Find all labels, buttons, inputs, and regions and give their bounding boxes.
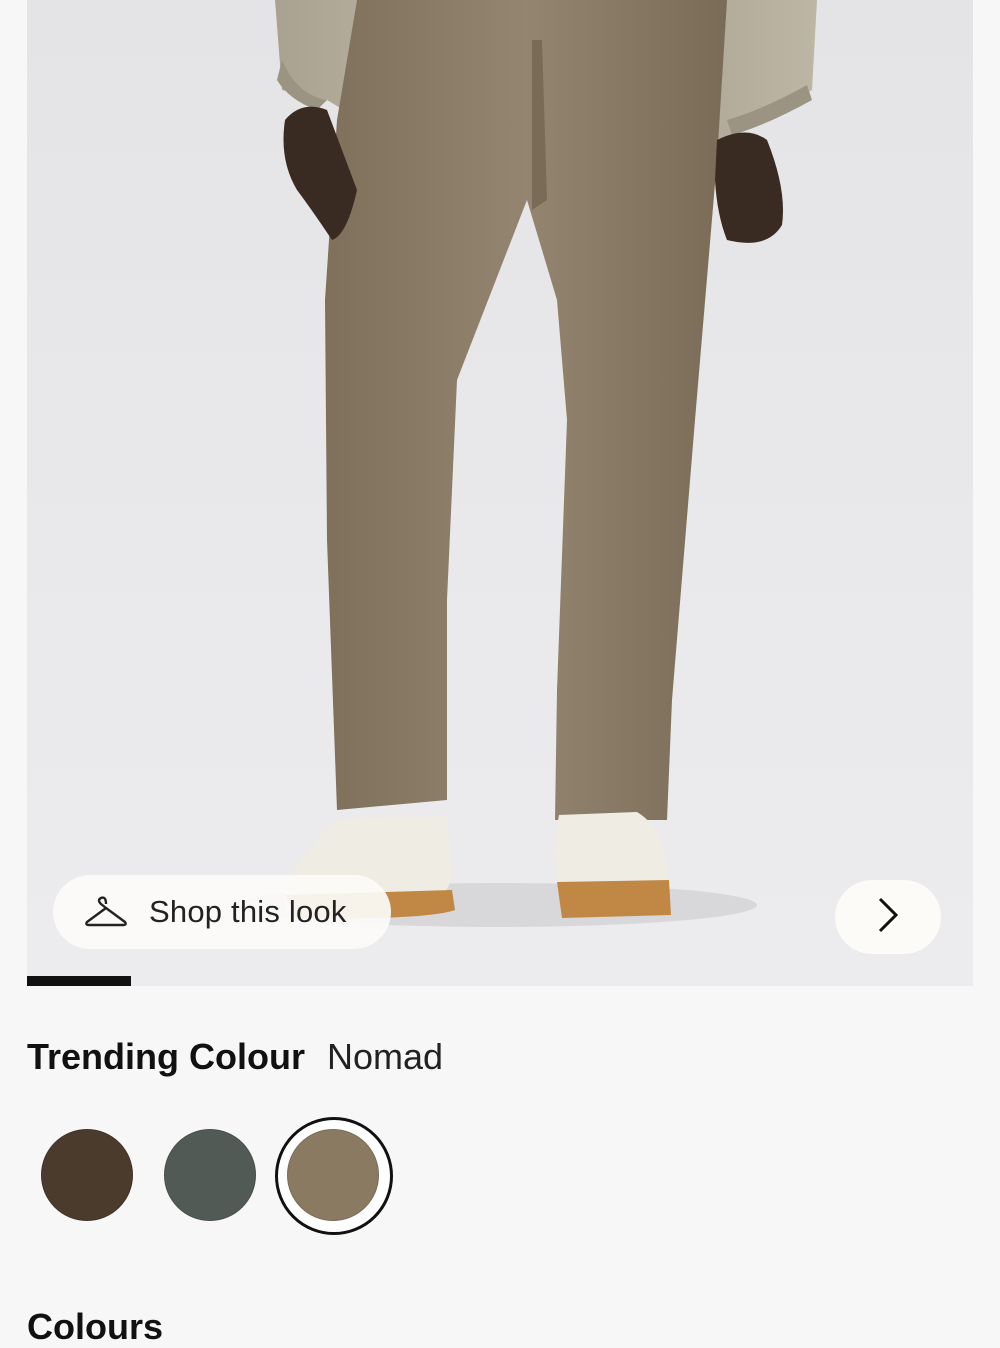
product-photo <box>237 0 817 927</box>
selected-colour-name: Nomad <box>326 1036 444 1077</box>
shop-this-look-button[interactable]: Shop this look <box>53 875 391 949</box>
carousel-progress-indicator <box>27 976 131 986</box>
next-image-button[interactable] <box>835 880 941 954</box>
colour-swatch-nomad[interactable] <box>287 1129 379 1221</box>
chevron-right-icon <box>876 896 900 939</box>
product-image[interactable]: Shop this look <box>27 0 973 986</box>
colour-swatch-graphite[interactable] <box>164 1129 256 1221</box>
hanger-icon <box>83 892 129 932</box>
shop-this-look-label: Shop this look <box>149 894 347 929</box>
trending-colour-heading: Trending Colour Nomad <box>27 1036 443 1078</box>
colours-section-title: Colours <box>27 1306 164 1347</box>
trending-colour-title: Trending Colour <box>27 1036 305 1077</box>
colour-swatch-espresso[interactable] <box>41 1129 133 1221</box>
carousel-progress-track <box>27 976 973 986</box>
